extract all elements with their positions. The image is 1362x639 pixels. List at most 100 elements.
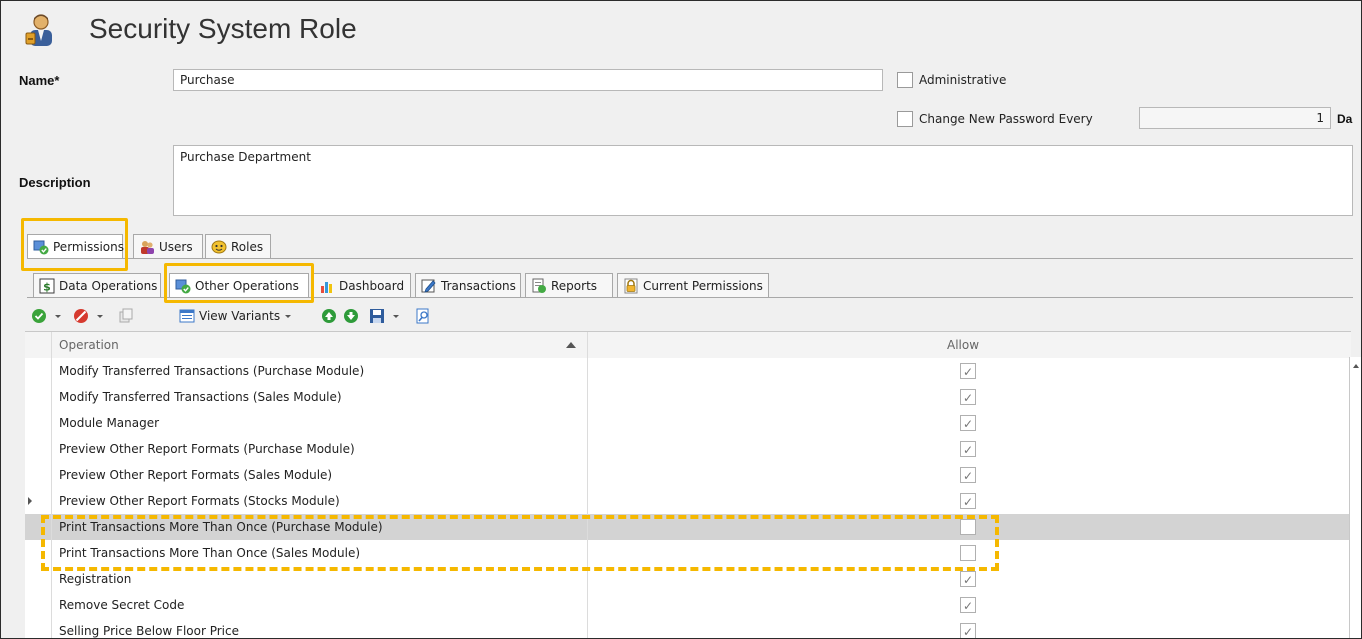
cell-divider (587, 488, 588, 514)
highlight-other-operations-tab (164, 263, 314, 303)
title-bar: Security System Role (1, 1, 1361, 61)
cell-divider (587, 618, 588, 638)
cell-divider (587, 410, 588, 436)
chevron-down-icon (97, 315, 103, 318)
row-indicator[interactable] (25, 462, 52, 488)
save-button[interactable] (369, 307, 385, 325)
row-indicator[interactable] (25, 436, 52, 462)
column-header-operation[interactable]: Operation (59, 338, 119, 352)
move-down-button[interactable] (343, 307, 359, 325)
dollar-icon: $ (39, 278, 55, 293)
reports-icon (532, 278, 546, 293)
security-role-window: Security System Role Name* Purchase Admi… (0, 0, 1362, 639)
deny-dropdown[interactable] (95, 307, 105, 325)
check-icon: ✓ (963, 625, 974, 639)
table-row[interactable]: Modify Transferred Transactions (Purchas… (25, 358, 1351, 385)
copy-icon (119, 308, 133, 323)
tab-current-permissions[interactable]: Current Permissions (617, 273, 769, 297)
row-indicator[interactable] (25, 358, 52, 384)
change-password-checkbox[interactable] (897, 111, 913, 127)
header-indicator (25, 332, 52, 358)
description-field[interactable]: Purchase Department (173, 145, 1353, 216)
allow-checkbox[interactable]: ✓ (960, 493, 976, 509)
vertical-scrollbar[interactable] (1349, 357, 1361, 638)
outer-tab-baseline (27, 258, 1353, 259)
tab-transactions[interactable]: Transactions (415, 273, 521, 297)
page-title: Security System Role (89, 13, 357, 44)
operation-cell: Selling Price Below Floor Price (59, 624, 239, 638)
allow-checkbox[interactable]: ✓ (960, 597, 976, 613)
table-row[interactable]: Module Manager ✓ (25, 410, 1351, 437)
check-icon: ✓ (963, 417, 974, 431)
tab-roles-label: Roles (231, 239, 264, 254)
cell-divider (587, 436, 588, 462)
cell-divider (587, 592, 588, 618)
move-up-button[interactable] (321, 307, 337, 325)
check-icon: ✓ (963, 391, 974, 405)
chevron-down-icon (285, 315, 292, 318)
table-row[interactable]: Modify Transferred Transactions (Sales M… (25, 384, 1351, 411)
row-pointer-icon (28, 497, 32, 505)
tab-dashboard[interactable]: Dashboard (313, 273, 411, 297)
allow-button[interactable] (31, 307, 47, 325)
cell-divider (587, 384, 588, 410)
highlight-permissions-tab (21, 218, 128, 271)
row-indicator[interactable] (25, 488, 52, 514)
allow-checkbox[interactable]: ✓ (960, 415, 976, 431)
roles-icon (211, 240, 227, 253)
svg-text:$: $ (43, 280, 51, 293)
save-dropdown[interactable] (391, 307, 401, 325)
check-icon: ✓ (963, 573, 974, 587)
tab-reports-label: Reports (551, 278, 598, 293)
row-indicator[interactable] (25, 384, 52, 410)
copy-button[interactable] (117, 307, 133, 325)
scroll-up-icon[interactable] (1351, 361, 1361, 371)
allow-checkbox[interactable]: ✓ (960, 389, 976, 405)
check-icon: ✓ (963, 599, 974, 613)
table-row[interactable]: Preview Other Report Formats (Purchase M… (25, 436, 1351, 463)
tab-reports[interactable]: Reports (525, 273, 613, 297)
operation-cell: Registration (59, 572, 132, 586)
lock-icon (624, 278, 638, 293)
name-field[interactable]: Purchase (173, 69, 883, 91)
operation-cell: Remove Secret Code (59, 598, 185, 612)
table-row[interactable]: Preview Other Report Formats (Sales Modu… (25, 462, 1351, 489)
allow-dropdown[interactable] (53, 307, 63, 325)
tab-roles[interactable]: Roles (205, 234, 271, 258)
tab-transactions-label: Transactions (441, 278, 516, 293)
administrative-checkbox[interactable] (897, 72, 913, 88)
allow-checkbox[interactable]: ✓ (960, 441, 976, 457)
security-role-icon (25, 14, 52, 46)
allow-checkbox[interactable]: ✓ (960, 467, 976, 483)
row-indicator[interactable] (25, 410, 52, 436)
password-days-field[interactable]: 1 (1139, 107, 1331, 129)
change-password-label: Change New Password Every (919, 112, 1093, 126)
view-variants-button[interactable]: View Variants (179, 307, 292, 325)
description-label: Description (19, 175, 91, 190)
column-header-allow[interactable]: Allow (947, 338, 979, 352)
tab-data-operations[interactable]: $ Data Operations (33, 273, 161, 297)
tab-users[interactable]: Users (133, 234, 203, 258)
row-indicator[interactable] (25, 618, 52, 638)
save-icon (370, 309, 384, 323)
table-row[interactable]: Selling Price Below Floor Price ✓ (25, 618, 1351, 639)
allow-checkbox[interactable]: ✓ (960, 623, 976, 639)
table-row[interactable]: Remove Secret Code ✓ (25, 592, 1351, 619)
deny-button[interactable] (73, 307, 89, 325)
arrow-up-icon (322, 309, 336, 323)
sort-ascending-icon (566, 342, 576, 348)
row-indicator[interactable] (25, 592, 52, 618)
users-icon (141, 240, 154, 254)
allow-checkbox[interactable]: ✓ (960, 571, 976, 587)
operation-cell: Preview Other Report Formats (Sales Modu… (59, 468, 333, 482)
tab-users-label: Users (159, 239, 193, 254)
allow-checkbox[interactable]: ✓ (960, 363, 976, 379)
table-row[interactable]: Preview Other Report Formats (Stocks Mod… (25, 488, 1351, 515)
grid-header: Operation Allow (25, 332, 1351, 359)
preview-button[interactable] (415, 307, 431, 325)
chevron-down-icon (55, 315, 61, 318)
tab-dashboard-label: Dashboard (339, 278, 405, 293)
tab-current-permissions-label: Current Permissions (643, 278, 763, 293)
check-icon: ✓ (963, 469, 974, 483)
cell-divider (587, 358, 588, 384)
